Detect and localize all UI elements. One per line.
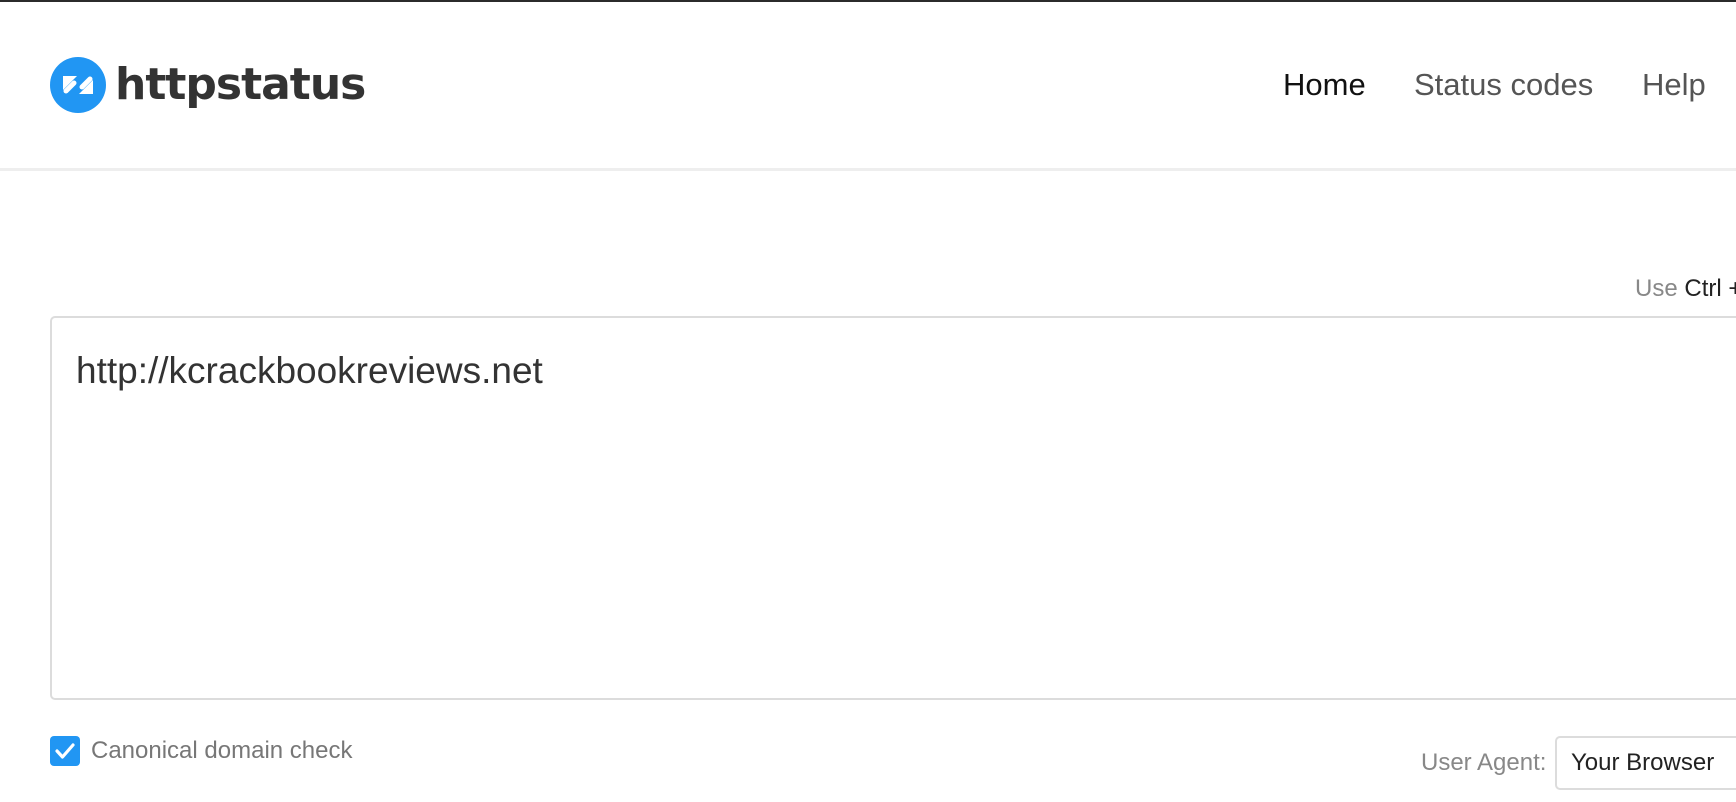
user-agent-label: User Agent:	[1421, 749, 1547, 776]
checkmark-icon	[55, 743, 75, 759]
brand-logo-link[interactable]: httpstatus	[50, 57, 366, 113]
url-textarea[interactable]: http://kcrackbookreviews.net	[50, 316, 1736, 700]
logo-arrows-icon	[50, 57, 106, 113]
user-agent-value: Your Browser	[1571, 749, 1715, 776]
navbar: httpstatus Home Status codes Help	[0, 2, 1736, 171]
nav-status-codes[interactable]: Status codes	[1414, 62, 1593, 108]
brand-name: httpstatus	[115, 59, 366, 110]
hint-key: Ctrl +	[1684, 275, 1736, 302]
url-value: http://kcrackbookreviews.net	[76, 350, 543, 391]
nav-home[interactable]: Home	[1283, 62, 1366, 108]
hint-prefix: Use	[1635, 275, 1678, 302]
nav-help[interactable]: Help	[1642, 62, 1706, 108]
canonical-domain-label[interactable]: Canonical domain check	[91, 736, 352, 766]
keyboard-hint: Use Ctrl +	[1635, 274, 1736, 304]
canonical-domain-checkbox[interactable]	[50, 736, 80, 766]
user-agent-select[interactable]: Your Browser	[1555, 736, 1736, 790]
